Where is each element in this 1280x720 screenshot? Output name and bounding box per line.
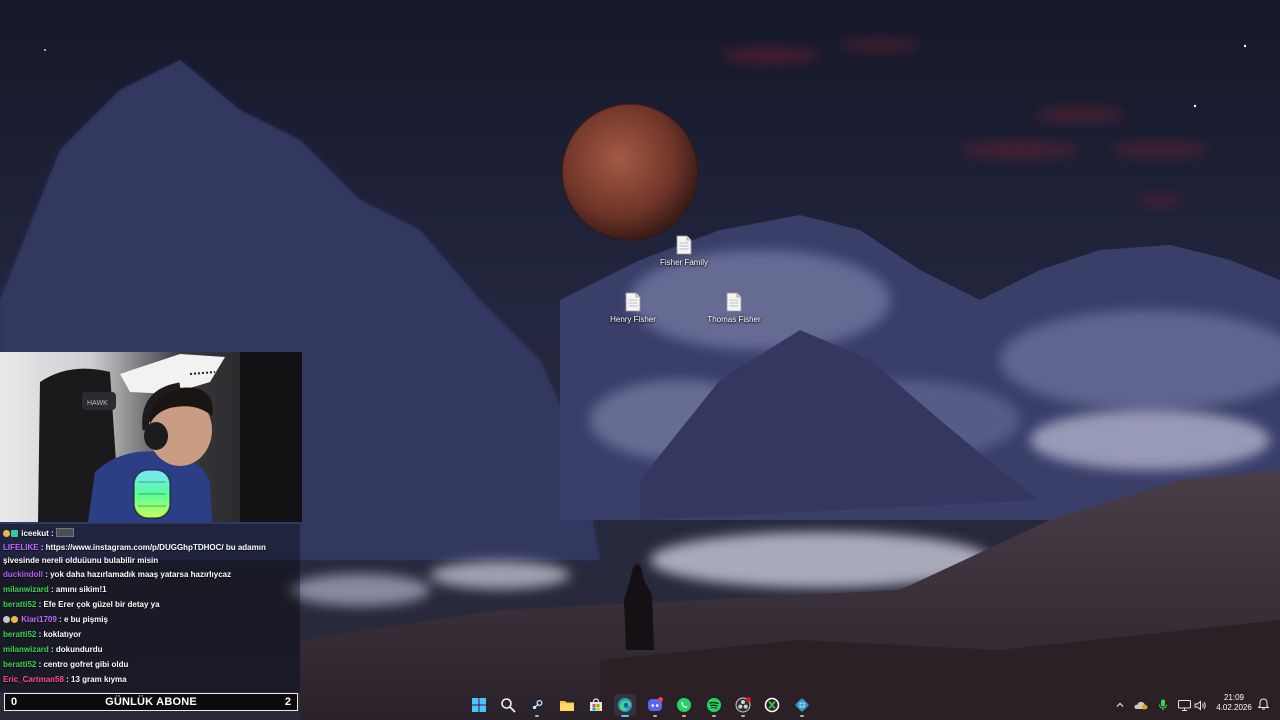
chat-username: beratti52 [3,660,37,669]
running-indicator [682,715,686,717]
bell-icon [1257,698,1269,710]
network-icon [1177,699,1191,711]
running-indicator [653,715,657,717]
chat-username: beratti52 [3,600,37,609]
text-document-icon [676,235,692,255]
desktop-icon-label: Henry Fisher [610,315,656,324]
chat-separator: : [48,585,56,594]
chat-message: milanwizard : amını sikim!1 [3,582,297,597]
chevron-up-icon [1116,702,1124,707]
running-indicator [800,715,804,717]
chat-text: centro gofret gibi oldu [43,660,129,669]
chat-username: Eric_Cartman58 [3,675,64,684]
chat-message: beratti52 : koklatıyor [3,627,297,642]
taskbar-app-obs[interactable] [732,694,754,717]
onedrive-icon [1134,701,1148,710]
chat-separator: : [63,675,72,684]
taskbar-app-file-explorer[interactable] [556,694,578,716]
chat-username: milanwizard [3,645,49,654]
running-indicator [535,715,539,717]
running-indicator [741,715,745,717]
chat-separator: : [56,615,64,624]
clock-time: 21:09 [1223,693,1245,702]
badge-icon [11,530,18,537]
running-indicator [712,715,716,717]
chat-text: dokundurdu [55,645,103,654]
tray-network[interactable] [1177,698,1191,712]
start-icon [472,698,486,712]
microphone-icon [1159,699,1167,711]
taskbar-app-generic[interactable] [791,694,813,717]
file-explorer-icon [560,701,574,711]
tray-volume[interactable] [1193,698,1207,712]
chat-username: milanwizard [3,585,49,594]
chat-text: koklatıyor [43,630,82,639]
obs-icon [735,697,751,713]
tray-onedrive[interactable] [1134,698,1148,712]
chat-message: milanwizard : dokundurdu [3,642,297,657]
webcam-overlay: HAWK [0,352,302,522]
xbox-icon [764,697,780,713]
chat-username: Kiari1709 [21,615,57,624]
badge-icon [3,616,10,623]
chat-username: duckindoll [3,570,43,579]
whatsapp-icon [677,698,691,712]
taskbar-app-discord[interactable] [644,694,666,717]
webcam-feed-image: HAWK [0,352,302,522]
running-indicator [621,715,629,717]
taskbar-app-whatsapp[interactable] [673,694,695,717]
chat-text: e bu pişmiş [63,615,108,624]
chat-message: Kiari1709 : e bu pişmiş [3,612,297,627]
emote-image [55,528,74,537]
desktop-icon-henry-fisher[interactable]: Henry Fisher [595,292,671,325]
badge-icon [3,530,10,537]
chat-separator: : [48,529,56,538]
desktop-icon-fisher-family[interactable]: Fisher Family [646,235,722,268]
chat-separator: : [48,645,56,654]
taskbar-clock[interactable]: 21:09 4.02.2026 [1210,693,1258,713]
tray-microphone[interactable] [1156,698,1170,712]
taskbar-app-steam[interactable] [526,694,548,717]
svg-text:HAWK: HAWK [87,400,108,407]
text-document-icon [625,292,641,312]
chat-username: iceekut [21,529,49,538]
search-icon [501,698,516,713]
taskbar-app-xbox[interactable] [761,694,783,716]
chat-message: iceekut : [3,527,297,541]
chat-username: LIFELIKE [3,543,39,552]
chat-message: duckindoll : yok daha hazırlamadık maaş … [3,567,297,582]
badge-icon [11,616,18,623]
search-button[interactable] [497,694,519,716]
clock-date: 4.02.2026 [1216,703,1252,712]
desktop-icon-label: Fisher Family [659,258,708,267]
chat-text: 13 gram kıyma [71,675,127,684]
chat-text: Efe Erer çok güzel bir detay ya [43,600,160,609]
discord-icon [648,697,663,711]
start-button[interactable] [468,694,490,716]
chat-message: beratti52 : Efe Erer çok güzel bir detay… [3,597,297,612]
taskbar-app-edge[interactable] [614,694,636,717]
show-hidden-icons-button[interactable] [1113,698,1127,712]
notification-button[interactable] [1256,697,1270,711]
app-icon [795,698,809,712]
spotify-icon [707,698,721,712]
chat-username: beratti52 [3,630,37,639]
microsoft-store-icon [590,698,602,711]
steam-icon [530,698,544,712]
stream-chat: iceekut : LIFELIKE : https://www.instagr… [0,524,300,692]
chat-separator: : [38,543,46,552]
taskbar [0,690,1280,720]
chat-message: Eric_Cartman58 : 13 gram kıyma [3,672,297,687]
chat-message: LIFELIKE : https://www.instagram.com/p/D… [3,541,297,567]
edge-icon [618,698,632,712]
chat-text: amını sikim!1 [55,585,107,594]
taskbar-app-spotify[interactable] [703,694,725,717]
text-document-icon [726,292,742,312]
desktop-icon-label: Thomas Fisher [707,315,761,324]
desktop-icon-thomas-fisher[interactable]: Thomas Fisher [706,292,762,325]
chat-message: beratti52 : centro gofret gibi oldu [3,657,297,672]
volume-icon [1194,699,1206,711]
taskbar-app-microsoft-store[interactable] [585,694,607,716]
chat-text: yok daha hazırlamadık maaş yatarsa hazır… [50,570,232,579]
